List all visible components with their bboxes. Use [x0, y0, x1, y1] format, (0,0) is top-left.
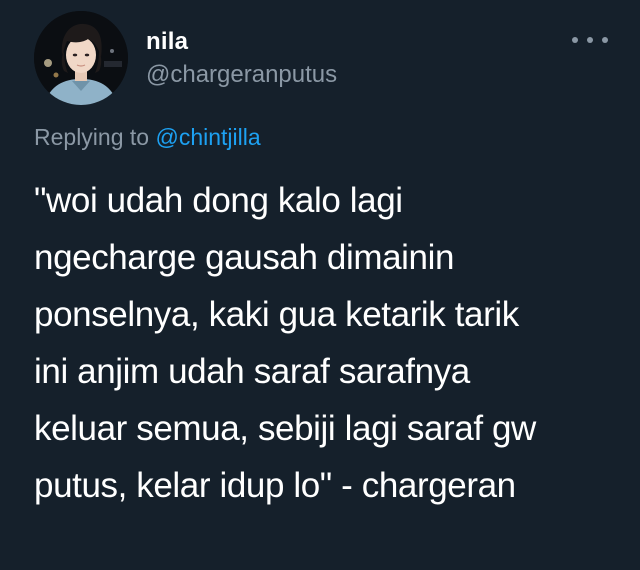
dot: [602, 37, 608, 43]
tweet-text-line: putus, kelar idup lo" - chargeran: [34, 466, 516, 505]
reply-mention-link[interactable]: @chintjilla: [155, 124, 260, 150]
replying-to-label: Replying to: [34, 124, 150, 150]
dot: [572, 37, 578, 43]
display-name[interactable]: nila: [146, 28, 188, 56]
dot: [587, 37, 593, 43]
avatar[interactable]: [34, 11, 128, 105]
tweet-text-line: keluar semua, sebiji lagi saraf gw: [34, 409, 536, 448]
more-options-icon[interactable]: [572, 30, 608, 50]
user-handle[interactable]: @chargeranputus: [146, 61, 337, 89]
tweet-card: nila @chargeranputus Replying to @chintj…: [0, 0, 640, 570]
tweet-text-line: ponselnya, kaki gua ketarik tarik: [34, 295, 519, 334]
tweet-text-line: ini anjim udah saraf sarafnya: [34, 352, 470, 391]
replying-to: Replying to @chintjilla: [34, 123, 261, 151]
tweet-text-line: ngecharge gausah dimainin: [34, 238, 455, 277]
tweet-text: "woi udah dong kalo lagi ngecharge gausa…: [34, 172, 634, 514]
tweet-text-line: "woi udah dong kalo lagi: [34, 181, 403, 220]
